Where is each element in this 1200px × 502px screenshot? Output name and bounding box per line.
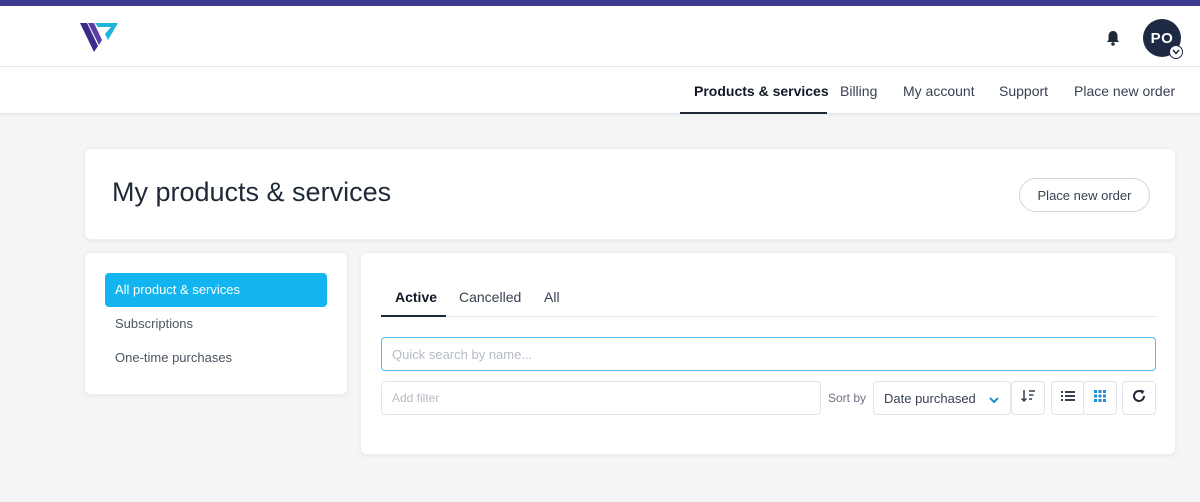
sidebar-item-one-time-purchases[interactable]: One-time purchases bbox=[105, 341, 327, 375]
refresh-icon bbox=[1131, 388, 1147, 409]
nav-my-account[interactable]: My account bbox=[903, 67, 975, 114]
sidebar-item-all-products[interactable]: All product & services bbox=[105, 273, 327, 307]
logo-v-icon[interactable] bbox=[78, 20, 120, 54]
chevron-down-icon[interactable] bbox=[1169, 45, 1183, 59]
list-view-icon bbox=[1060, 389, 1076, 408]
nav-active-indicator bbox=[680, 112, 827, 114]
sort-selected-value: Date purchased bbox=[884, 390, 976, 406]
tab-active-indicator bbox=[381, 315, 446, 317]
page-title: My products & services bbox=[112, 177, 392, 207]
tab-divider bbox=[381, 316, 1156, 317]
bell-icon[interactable] bbox=[1105, 29, 1121, 47]
list-view-button[interactable] bbox=[1051, 381, 1085, 415]
quick-search-input[interactable] bbox=[381, 337, 1156, 371]
main-nav: Products & services Billing My account S… bbox=[0, 67, 1200, 114]
products-panel: Active Cancelled All Sort by Date purcha… bbox=[360, 252, 1176, 455]
sort-select[interactable]: Date purchased bbox=[873, 381, 1011, 415]
refresh-button[interactable] bbox=[1122, 381, 1156, 415]
place-new-order-button[interactable]: Place new order bbox=[1019, 178, 1150, 212]
nav-products-services[interactable]: Products & services bbox=[694, 67, 829, 114]
app-header: PO bbox=[0, 6, 1200, 67]
nav-place-new-order[interactable]: Place new order bbox=[1074, 67, 1175, 114]
sort-descending-icon bbox=[1020, 388, 1036, 409]
avatar-initials: PO bbox=[1150, 29, 1174, 47]
sidebar-item-subscriptions[interactable]: Subscriptions bbox=[105, 307, 327, 341]
sort-direction-button[interactable] bbox=[1011, 381, 1045, 415]
grid-view-button[interactable] bbox=[1083, 381, 1117, 415]
add-filter-input[interactable] bbox=[381, 381, 821, 415]
grid-view-icon bbox=[1093, 389, 1107, 408]
nav-billing[interactable]: Billing bbox=[840, 67, 877, 114]
category-sidebar: All product & services Subscriptions One… bbox=[84, 252, 348, 395]
tab-active[interactable]: Active bbox=[395, 289, 437, 305]
tab-cancelled[interactable]: Cancelled bbox=[459, 289, 521, 305]
sort-by-label: Sort by bbox=[828, 391, 867, 405]
tab-all[interactable]: All bbox=[544, 289, 560, 305]
page-header-card: My products & services Place new order bbox=[84, 148, 1176, 240]
nav-support[interactable]: Support bbox=[999, 67, 1048, 114]
chevron-down-icon bbox=[988, 393, 1000, 408]
